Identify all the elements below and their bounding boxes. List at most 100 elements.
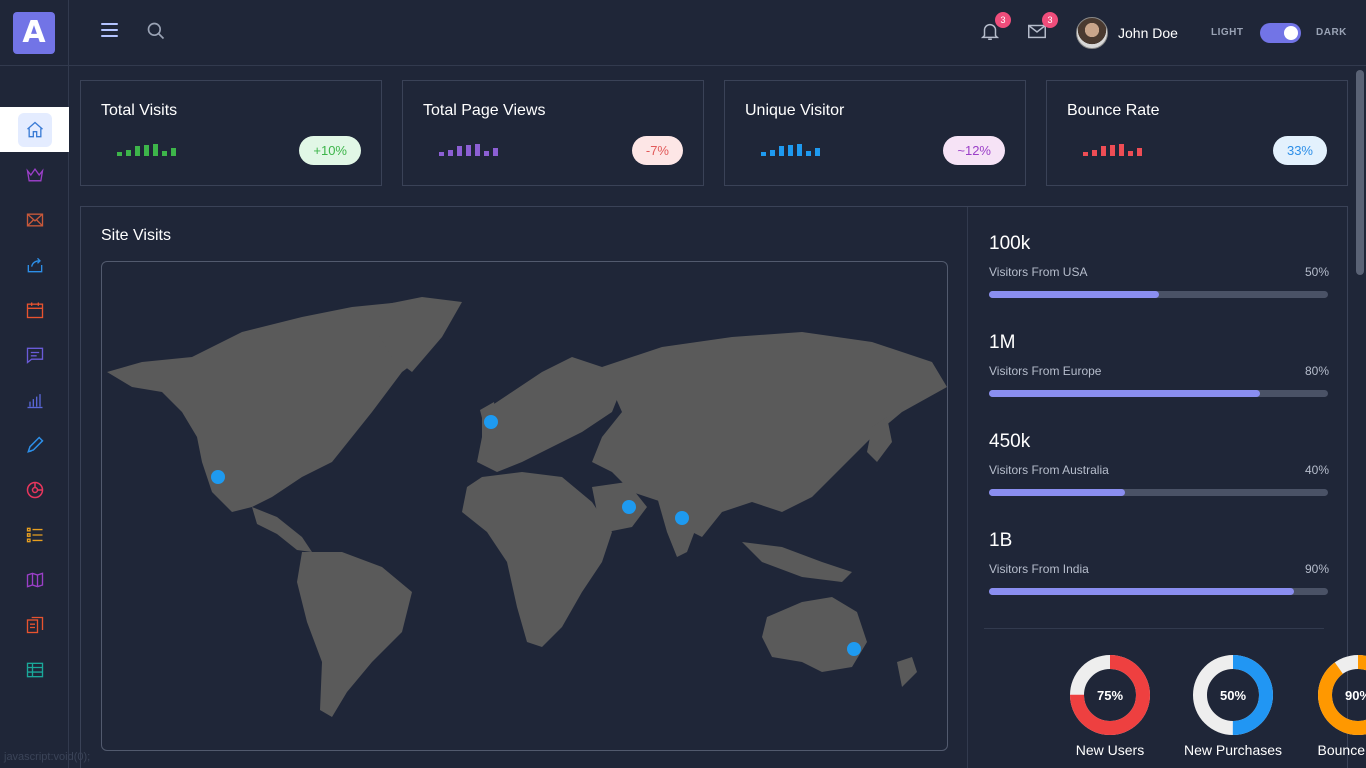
mail-icon [26,213,43,226]
section-divider [984,628,1324,629]
messages-button[interactable]: 3 [1026,12,1058,42]
spark-bar [162,151,167,156]
map-icon [26,571,43,588]
change-badge: +10% [299,136,361,165]
pencil-icon [26,435,44,453]
theme-light-label: LIGHT [1211,27,1244,38]
stat-value: 1M [989,332,1016,353]
progress-track [989,489,1328,496]
sparkline [439,144,498,156]
spark-bar [770,150,775,156]
page-scrollbar[interactable] [1356,70,1364,275]
sparkline [1083,144,1142,156]
spark-bar [788,145,793,156]
crown-icon [25,167,44,181]
top-header: 3 3 John Doe LIGHT DARK [69,0,1366,66]
spark-bar [448,150,453,156]
visitor-stat-australia: 450k Visitors From Australia 40% [989,431,1329,496]
spark-bar [1119,144,1124,156]
card-title: Unique Visitor [745,102,845,119]
sparkline [761,144,820,156]
search-icon [147,22,165,40]
progress-fill [989,390,1261,397]
sidebar-item-palette[interactable] [0,467,69,512]
donut-value: 90% [1344,687,1366,703]
marker-india[interactable] [675,511,689,525]
sidebar-item-copy[interactable] [0,602,69,647]
donut-value: 50% [1219,687,1247,703]
spark-bar [153,144,158,156]
stat-percent: 40% [1304,463,1329,477]
card-unique-visitor: Unique Visitor ~12% [724,80,1026,186]
messages-badge: 3 [1042,12,1058,28]
sidebar-item-chat[interactable] [0,332,69,377]
chat-icon [26,347,43,364]
stat-percent: 90% [1304,562,1329,576]
card-title: Total Page Views [423,102,546,119]
spark-bar [1092,150,1097,156]
spark-bar [1083,152,1088,156]
user-avatar[interactable] [1076,17,1108,49]
user-name[interactable]: John Doe [1118,25,1178,41]
sidebar-item-table[interactable] [0,647,69,692]
app-logo[interactable]: A [13,11,55,54]
marker-middle-east[interactable] [622,500,636,514]
sidebar-item-mail[interactable] [0,197,69,242]
copy-icon [26,616,43,633]
notifications-button[interactable]: 3 [979,12,1011,42]
sidebar-item-map[interactable] [0,557,69,602]
sidebar-item-share[interactable] [0,242,69,287]
panel-title: Site Visits [101,227,171,244]
stat-label: Visitors From Europe [989,364,1102,378]
site-visits-panel: Site Visits 100k Visitors From USA 50% 1… [80,206,1366,768]
spark-bar [779,146,784,156]
logo-area: A [0,0,68,66]
theme-toggle[interactable] [1260,23,1301,43]
menu-toggle-button[interactable] [101,23,118,39]
stat-value: 100k [989,233,1031,254]
donut-label: New Users [1075,742,1145,758]
change-badge: ~12% [943,136,1005,165]
spark-bar [1128,151,1133,156]
card-total-visits: Total Visits +10% [80,80,382,186]
spark-bar [144,145,149,156]
spark-bar [171,148,176,156]
spark-bar [1110,145,1115,156]
spark-bar [439,152,444,156]
sidebar-item-crown[interactable] [0,152,69,197]
change-badge: 33% [1272,136,1327,165]
donut-new-purchases: 50% [1192,654,1274,736]
spark-bar [457,146,462,156]
progress-track [989,588,1328,595]
marker-australia[interactable] [847,642,861,656]
spark-bar [1137,148,1142,156]
se-asia-shape [742,542,852,582]
spark-bar [1101,146,1106,156]
sidebar-nav [0,107,69,692]
search-button[interactable] [146,21,166,46]
sidebar-item-charts[interactable] [0,377,69,422]
sidebar-item-calendar[interactable] [0,287,69,332]
visitor-stats-column: 100k Visitors From USA 50% 1M Visitors Fr… [967,207,1366,768]
visitor-stat-europe: 1M Visitors From Europe 80% [989,332,1329,397]
marker-europe[interactable] [484,415,498,429]
sidebar-item-home[interactable] [0,107,69,152]
donut-new-users: 75% [1069,654,1151,736]
sidebar-item-list[interactable] [0,512,69,557]
share-icon [27,257,42,272]
visitor-stat-usa: 100k Visitors From USA 50% [989,233,1329,298]
change-badge: -7% [631,136,683,165]
status-bar-url: javascript:void(0); [4,751,91,763]
stat-label: Visitors From India [989,562,1089,576]
marker-usa[interactable] [211,470,225,484]
sidebar-item-edit[interactable] [0,422,69,467]
spark-bar [797,144,802,156]
home-icon [26,121,43,137]
sidebar: A [0,0,69,768]
donut-bounce-rate: 90% [1317,654,1366,736]
progress-track [989,390,1328,397]
list-icon [26,527,42,542]
palette-icon [26,481,43,498]
sparkline [117,144,176,156]
world-map[interactable] [101,261,948,751]
